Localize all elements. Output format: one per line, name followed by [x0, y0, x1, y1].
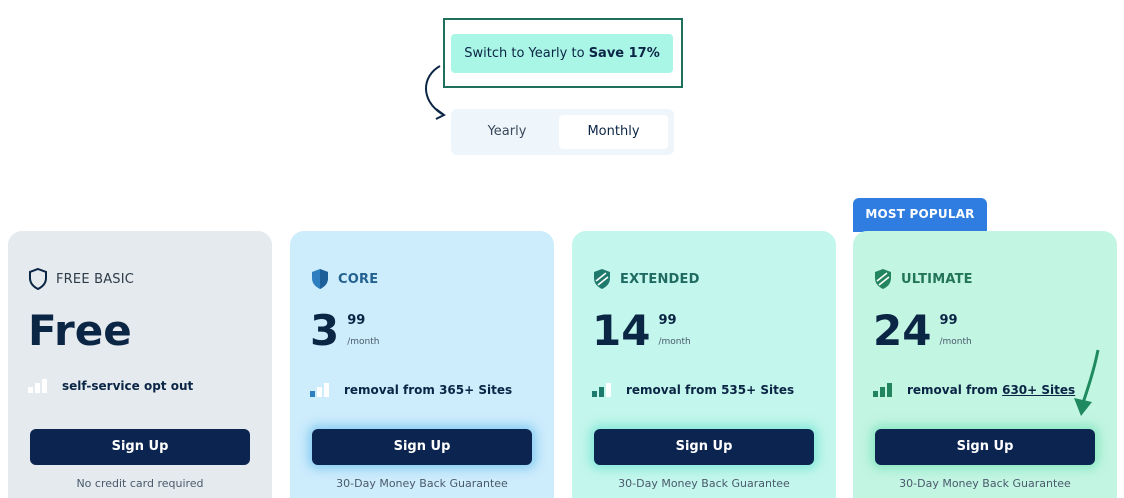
sign-up-button[interactable]: Sign Up	[875, 429, 1095, 465]
plan-header: FREE BASIC	[28, 267, 134, 291]
feature-prefix: removal from	[907, 383, 1003, 397]
price-period: /month	[939, 337, 972, 347]
plan-card-extended: EXTENDED 14 99 /month removal from 535+ …	[572, 231, 836, 498]
signal-bars-icon	[873, 383, 892, 397]
feature-text: removal from 630+ Sites	[907, 383, 1075, 397]
signal-bars-icon	[310, 383, 329, 397]
price-main: 3	[310, 306, 340, 355]
pointer-arrow-icon	[1074, 349, 1100, 416]
plan-feature: removal from 535+ Sites	[592, 379, 794, 397]
pricing-page: Switch to Yearly to Save 17% Yearly Mont…	[0, 0, 1124, 498]
plan-note: 30-Day Money Back Guarantee	[899, 477, 1071, 490]
shield-blue-icon	[312, 269, 328, 289]
price-main: Free	[28, 306, 132, 355]
price-main: 24	[873, 306, 932, 355]
price-main: 14	[592, 306, 651, 355]
plan-card-core: CORE 3 99 /month removal from 365+ Sites…	[290, 231, 554, 498]
toggle-monthly[interactable]: Monthly	[559, 115, 668, 149]
sign-up-button[interactable]: Sign Up	[30, 429, 250, 465]
feature-text: removal from 365+ Sites	[344, 383, 513, 397]
signal-bars-icon	[592, 383, 611, 397]
sites-link[interactable]: 630+ Sites	[1002, 383, 1075, 397]
price-fraction: 99 /month	[347, 313, 379, 357]
plan-name: CORE	[338, 271, 379, 287]
plan-note: 30-Day Money Back Guarantee	[336, 477, 508, 490]
most-popular-badge: MOST POPULAR	[853, 198, 987, 232]
price-period: /month	[658, 337, 691, 347]
price-cents: 99	[658, 313, 677, 328]
plan-price: 14 99 /month	[592, 305, 691, 357]
plan-note: 30-Day Money Back Guarantee	[618, 477, 790, 490]
plan-note: No credit card required	[76, 477, 204, 490]
toggle-yearly[interactable]: Yearly	[457, 115, 557, 149]
signal-bars-icon	[28, 379, 47, 393]
plan-feature: removal from 365+ Sites	[310, 379, 512, 397]
promo-text: Switch to Yearly to	[464, 46, 589, 61]
plan-price: 24 99 /month	[873, 305, 972, 357]
promo-highlight: Save 17%	[588, 46, 660, 61]
price-fraction: 99 /month	[658, 313, 690, 357]
price-fraction: 99 /month	[939, 313, 971, 357]
plan-price: 3 99 /month	[310, 305, 379, 357]
feature-text: removal from 535+ Sites	[626, 383, 795, 397]
shield-green-icon	[875, 269, 891, 289]
plan-header: CORE	[310, 267, 378, 291]
curved-arrow-icon	[425, 65, 446, 120]
shield-outline-icon	[29, 267, 47, 291]
plan-price: Free	[28, 305, 132, 357]
plan-feature: self-service opt out	[28, 375, 193, 393]
feature-text: self-service opt out	[62, 379, 194, 393]
plan-card-free-basic: FREE BASIC Free self-service opt out Sig…	[8, 231, 272, 498]
sign-up-button[interactable]: Sign Up	[312, 429, 532, 465]
price-period: /month	[347, 337, 380, 347]
plan-feature: removal from 630+ Sites	[873, 379, 1075, 397]
plan-name: ULTIMATE	[901, 271, 973, 287]
plan-name: EXTENDED	[620, 271, 700, 287]
promo-pill: Switch to Yearly to Save 17%	[451, 34, 673, 73]
billing-toggle: Yearly Monthly	[451, 109, 674, 155]
price-cents: 99	[939, 313, 958, 328]
plan-name: FREE BASIC	[56, 271, 135, 287]
plan-header: EXTENDED	[592, 267, 700, 291]
price-cents: 99	[347, 313, 366, 328]
plan-header: ULTIMATE	[873, 267, 973, 291]
shield-teal-icon	[594, 269, 610, 289]
sign-up-button[interactable]: Sign Up	[594, 429, 814, 465]
